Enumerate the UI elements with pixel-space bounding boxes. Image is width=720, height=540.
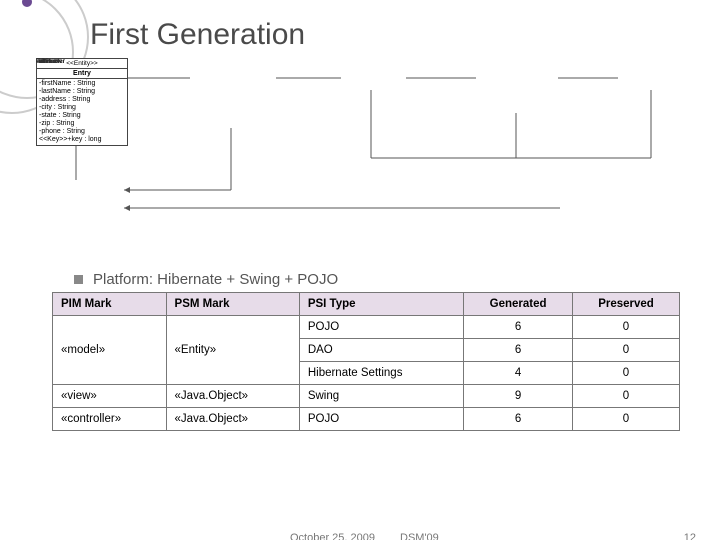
cell: 0	[573, 316, 680, 339]
uml-class-entry: <<Entity>> Entry -firstName : String -la…	[36, 58, 128, 146]
page-title: First Generation	[90, 18, 720, 52]
cell: «controller»	[53, 408, 167, 431]
cell: 4	[464, 362, 573, 385]
cell: 0	[573, 385, 680, 408]
th-generated: Generated	[464, 293, 573, 316]
cell: POJO	[299, 316, 463, 339]
cell: 0	[573, 339, 680, 362]
cell: DAO	[299, 339, 463, 362]
cell: 0	[573, 408, 680, 431]
cell: 9	[464, 385, 573, 408]
platform-bullet: Platform: Hibernate + Swing + POJO	[74, 271, 720, 288]
cell: «Java.Object»	[166, 408, 299, 431]
uml-connectors	[36, 58, 690, 263]
cell: 0	[573, 362, 680, 385]
th-psi: PSI Type	[299, 293, 463, 316]
table-row: «view» «Java.Object» Swing 9 0	[53, 385, 680, 408]
table-row: «controller» «Java.Object» POJO 6 0	[53, 408, 680, 431]
footer-page: 12	[684, 532, 696, 540]
cell: 6	[464, 408, 573, 431]
cell: Swing	[299, 385, 463, 408]
table-row: «model» «Entity» POJO 6 0	[53, 316, 680, 339]
uml-role: 0..*	[36, 58, 46, 65]
cell: «Entity»	[166, 316, 299, 385]
footer-conference: DSM'09	[400, 532, 439, 540]
cell: 6	[464, 339, 573, 362]
platform-text: Platform: Hibernate + Swing + POJO	[93, 271, 338, 288]
cell: POJO	[299, 408, 463, 431]
th-preserved: Preserved	[573, 293, 680, 316]
th-psm: PSM Mark	[166, 293, 299, 316]
slide: First Generation <<	[0, 0, 720, 540]
th-pim: PIM Mark	[53, 293, 167, 316]
footer-date: October 25, 2009	[290, 532, 375, 540]
cell: Hibernate Settings	[299, 362, 463, 385]
cell: «model»	[53, 316, 167, 385]
cell: «Java.Object»	[166, 385, 299, 408]
table-header-row: PIM Mark PSM Mark PSI Type Generated Pre…	[53, 293, 680, 316]
cell: «view»	[53, 385, 167, 408]
bullet-icon	[74, 275, 83, 284]
generation-table: PIM Mark PSM Mark PSI Type Generated Pre…	[52, 292, 680, 431]
uml-diagram: <<JavaObject>> AddressBookView <<JavaObj…	[36, 58, 690, 263]
cell: 6	[464, 316, 573, 339]
